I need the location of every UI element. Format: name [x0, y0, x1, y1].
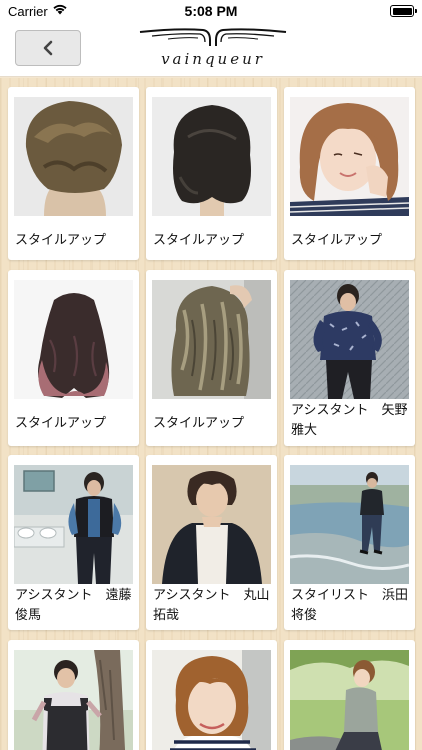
gallery-caption: スタイルアップ: [291, 233, 383, 248]
gallery-item[interactable]: [8, 640, 139, 750]
gallery-photo: [14, 650, 133, 750]
gallery-item[interactable]: アシスタント 丸山 拓哉: [146, 455, 283, 630]
gallery-caption: スタイルアップ: [153, 233, 245, 248]
logo-text: vainqueur: [161, 50, 265, 68]
gallery-photo: [290, 280, 409, 399]
gallery-caption: スタイルアップ: [15, 416, 107, 431]
gallery-photo: [290, 650, 409, 750]
gallery-item[interactable]: [146, 640, 277, 750]
gallery-photo: [152, 97, 271, 216]
gallery-photo: [290, 465, 409, 584]
gallery-caption: スタイルアップ: [15, 233, 107, 248]
chevron-left-icon: [43, 40, 53, 56]
clock-time: 5:08 PM: [184, 3, 238, 19]
gallery-photo: [152, 465, 271, 584]
gallery-item[interactable]: スタイルアップ: [146, 87, 277, 260]
gallery-photo: [290, 97, 409, 216]
gallery-item[interactable]: スタイルアップ: [146, 270, 277, 446]
gallery-item[interactable]: アシスタント 遠藤 俊馬: [8, 455, 145, 630]
gallery-item[interactable]: スタイルアップ: [8, 270, 139, 446]
gallery-photo: [152, 280, 271, 399]
gallery-photo: [152, 650, 271, 750]
gallery-caption: アシスタント 遠藤 俊馬: [15, 588, 145, 623]
gallery-caption: スタイルアップ: [153, 416, 245, 431]
gallery-item[interactable]: アシスタント 矢野 雅大: [284, 270, 421, 446]
gallery-photo: [14, 465, 133, 584]
gallery-item[interactable]: スタイルアップ: [284, 87, 415, 260]
gallery-caption: アシスタント 丸山 拓哉: [153, 588, 283, 623]
navigation-bar: vainqueur: [0, 22, 422, 77]
gallery-item[interactable]: スタイルアップ: [8, 87, 139, 260]
status-bar: Carrier 5:08 PM: [0, 0, 422, 22]
gallery-caption: スタイリスト 浜田 将俊: [291, 588, 422, 623]
gallery-item[interactable]: [284, 640, 415, 750]
gallery-caption: アシスタント 矢野 雅大: [291, 403, 421, 438]
back-button[interactable]: [15, 30, 81, 66]
brand-logo: vainqueur: [138, 26, 288, 72]
gallery-photo: [14, 280, 133, 399]
logo-emblem: [139, 28, 287, 46]
battery-icon: [390, 5, 417, 17]
gallery-photo: [14, 97, 133, 216]
gallery-item[interactable]: スタイリスト 浜田 将俊: [284, 455, 422, 630]
